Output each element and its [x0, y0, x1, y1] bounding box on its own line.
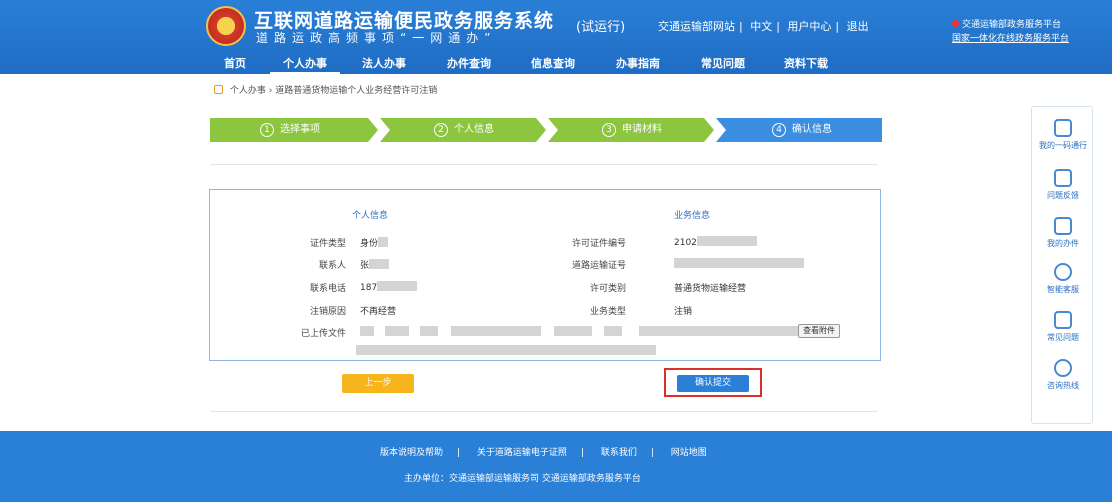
top-links: 交通运输部网站 | 中文 | 用户中心 | 退出	[658, 20, 869, 33]
footer-link[interactable]: 关于道路运输电子证照	[477, 448, 567, 458]
notice-dot-icon	[952, 20, 959, 27]
business-info-title: 业务信息	[674, 211, 711, 221]
trial-badge: (试运行)	[576, 20, 626, 35]
row-label: 已上传文件	[300, 329, 346, 339]
footer-links: 版本说明及帮助 | 关于道路运输电子证照 | 联系我们 | 网站地图	[380, 448, 707, 458]
confirm-info-panel: 个人信息 业务信息 证件类型 身份 联系人 张 联系电话 187 注销原因 不再…	[209, 189, 881, 361]
step-4: 4 确认信息	[722, 118, 882, 142]
system-subtitle: 道路运政高频事项“一网通办”	[256, 31, 497, 45]
row-value: 张	[360, 258, 390, 271]
row-value: 普通货物运输经营	[674, 284, 747, 294]
row-value: 身份	[360, 236, 389, 249]
divider	[210, 411, 878, 412]
step-1: 1 选择事项	[210, 118, 370, 142]
row-value	[674, 258, 804, 270]
step-3: 3 申请材料	[552, 118, 712, 142]
ministry-site-link[interactable]: 交通运输部网站	[658, 20, 735, 33]
nav-home[interactable]: 首页	[200, 52, 270, 74]
row-label: 道路运输证号	[571, 261, 626, 271]
right-notice[interactable]: 交通运输部政务服务平台	[962, 20, 1061, 30]
nav-faq[interactable]: 常见问题	[680, 52, 766, 74]
breadcrumb-current: 道路普通货物运输个人业务经营许可注销	[275, 86, 438, 96]
previous-step-button[interactable]: 上一步	[342, 374, 414, 393]
home-icon	[214, 85, 223, 94]
site-header: 互联网道路运输便民政务服务系统 道路运政高频事项“一网通办” (试运行) 交通运…	[0, 0, 1112, 74]
nav-personal[interactable]: 个人办事	[270, 52, 340, 74]
main-nav: 首页 个人办事 法人办事 办件查询 信息查询 办事指南 常见问题 资料下载	[200, 52, 846, 74]
side-item-service[interactable]: 智能客服	[1032, 263, 1094, 295]
uploaded-files	[360, 326, 800, 338]
row-label: 证件类型	[309, 239, 346, 249]
telephone-icon	[1054, 359, 1072, 377]
row-label: 业务类型	[589, 307, 626, 317]
confirm-submit-button[interactable]: 确认提交	[677, 375, 749, 392]
confirm-highlight-box: 确认提交	[664, 368, 762, 397]
qr-code-icon	[1054, 119, 1072, 137]
side-item-my-cases[interactable]: 我的办件	[1032, 217, 1094, 249]
side-toolbar: 我的一码通行 问题反馈 我的办件 智能客服 常见问题 咨询热线	[1031, 106, 1093, 424]
footer-link[interactable]: 联系我们	[601, 448, 637, 458]
footer-link[interactable]: 版本说明及帮助	[380, 448, 443, 458]
row-value: 187	[360, 281, 418, 293]
national-platform-link[interactable]: 国家一体化在线政务服务平台	[952, 32, 1069, 46]
footer-link[interactable]: 网站地图	[671, 448, 707, 458]
divider	[210, 164, 878, 165]
personal-info-title: 个人信息	[352, 211, 389, 221]
progress-steps: 1 选择事项 2 个人信息 3 申请材料 4 确认信息	[210, 118, 882, 142]
row-label: 许可证件编号	[571, 239, 626, 249]
side-item-code[interactable]: 我的一码通行	[1032, 119, 1094, 151]
breadcrumb-item[interactable]: 个人办事	[230, 86, 266, 96]
logout-link[interactable]: 退出	[847, 20, 869, 33]
language-link[interactable]: 中文	[750, 20, 772, 33]
row-label: 注销原因	[309, 307, 346, 317]
question-icon	[1054, 311, 1072, 329]
nav-corporate[interactable]: 法人办事	[340, 52, 428, 74]
nav-guide[interactable]: 办事指南	[596, 52, 680, 74]
nav-download[interactable]: 资料下载	[766, 52, 846, 74]
breadcrumb: 个人办事 › 道路普通货物运输个人业务经营许可注销	[214, 83, 437, 96]
row-value: 不再经营	[360, 307, 397, 317]
row-value: 注销	[674, 307, 693, 317]
chat-icon	[1054, 263, 1072, 281]
national-emblem-icon	[206, 6, 246, 46]
row-label: 联系人	[318, 261, 346, 271]
row-value: 2102	[674, 236, 757, 248]
row-label: 联系电话	[309, 284, 346, 294]
message-icon	[1054, 169, 1072, 187]
phone-icon	[1054, 217, 1072, 235]
nav-info-query[interactable]: 信息查询	[510, 52, 596, 74]
site-footer: 版本说明及帮助 | 关于道路运输电子证照 | 联系我们 | 网站地图 主办单位：交通运…	[0, 431, 1112, 502]
side-item-hotline[interactable]: 咨询热线	[1032, 359, 1094, 391]
uploaded-files-line2	[356, 345, 656, 357]
nav-query-case[interactable]: 办件查询	[428, 52, 510, 74]
row-label: 许可类别	[589, 284, 626, 294]
view-attachment-button[interactable]: 查看附件	[798, 324, 840, 338]
side-item-faq[interactable]: 常见问题	[1032, 311, 1094, 343]
user-center-link[interactable]: 用户中心	[787, 20, 831, 33]
header-right-info: 交通运输部政务服务平台 国家一体化在线政务服务平台	[952, 18, 1069, 46]
step-2: 2 个人信息	[384, 118, 544, 142]
side-item-feedback[interactable]: 问题反馈	[1032, 169, 1094, 201]
footer-host: 主办单位：交通运输部运输服务司 交通运输部政务服务平台	[404, 474, 641, 484]
